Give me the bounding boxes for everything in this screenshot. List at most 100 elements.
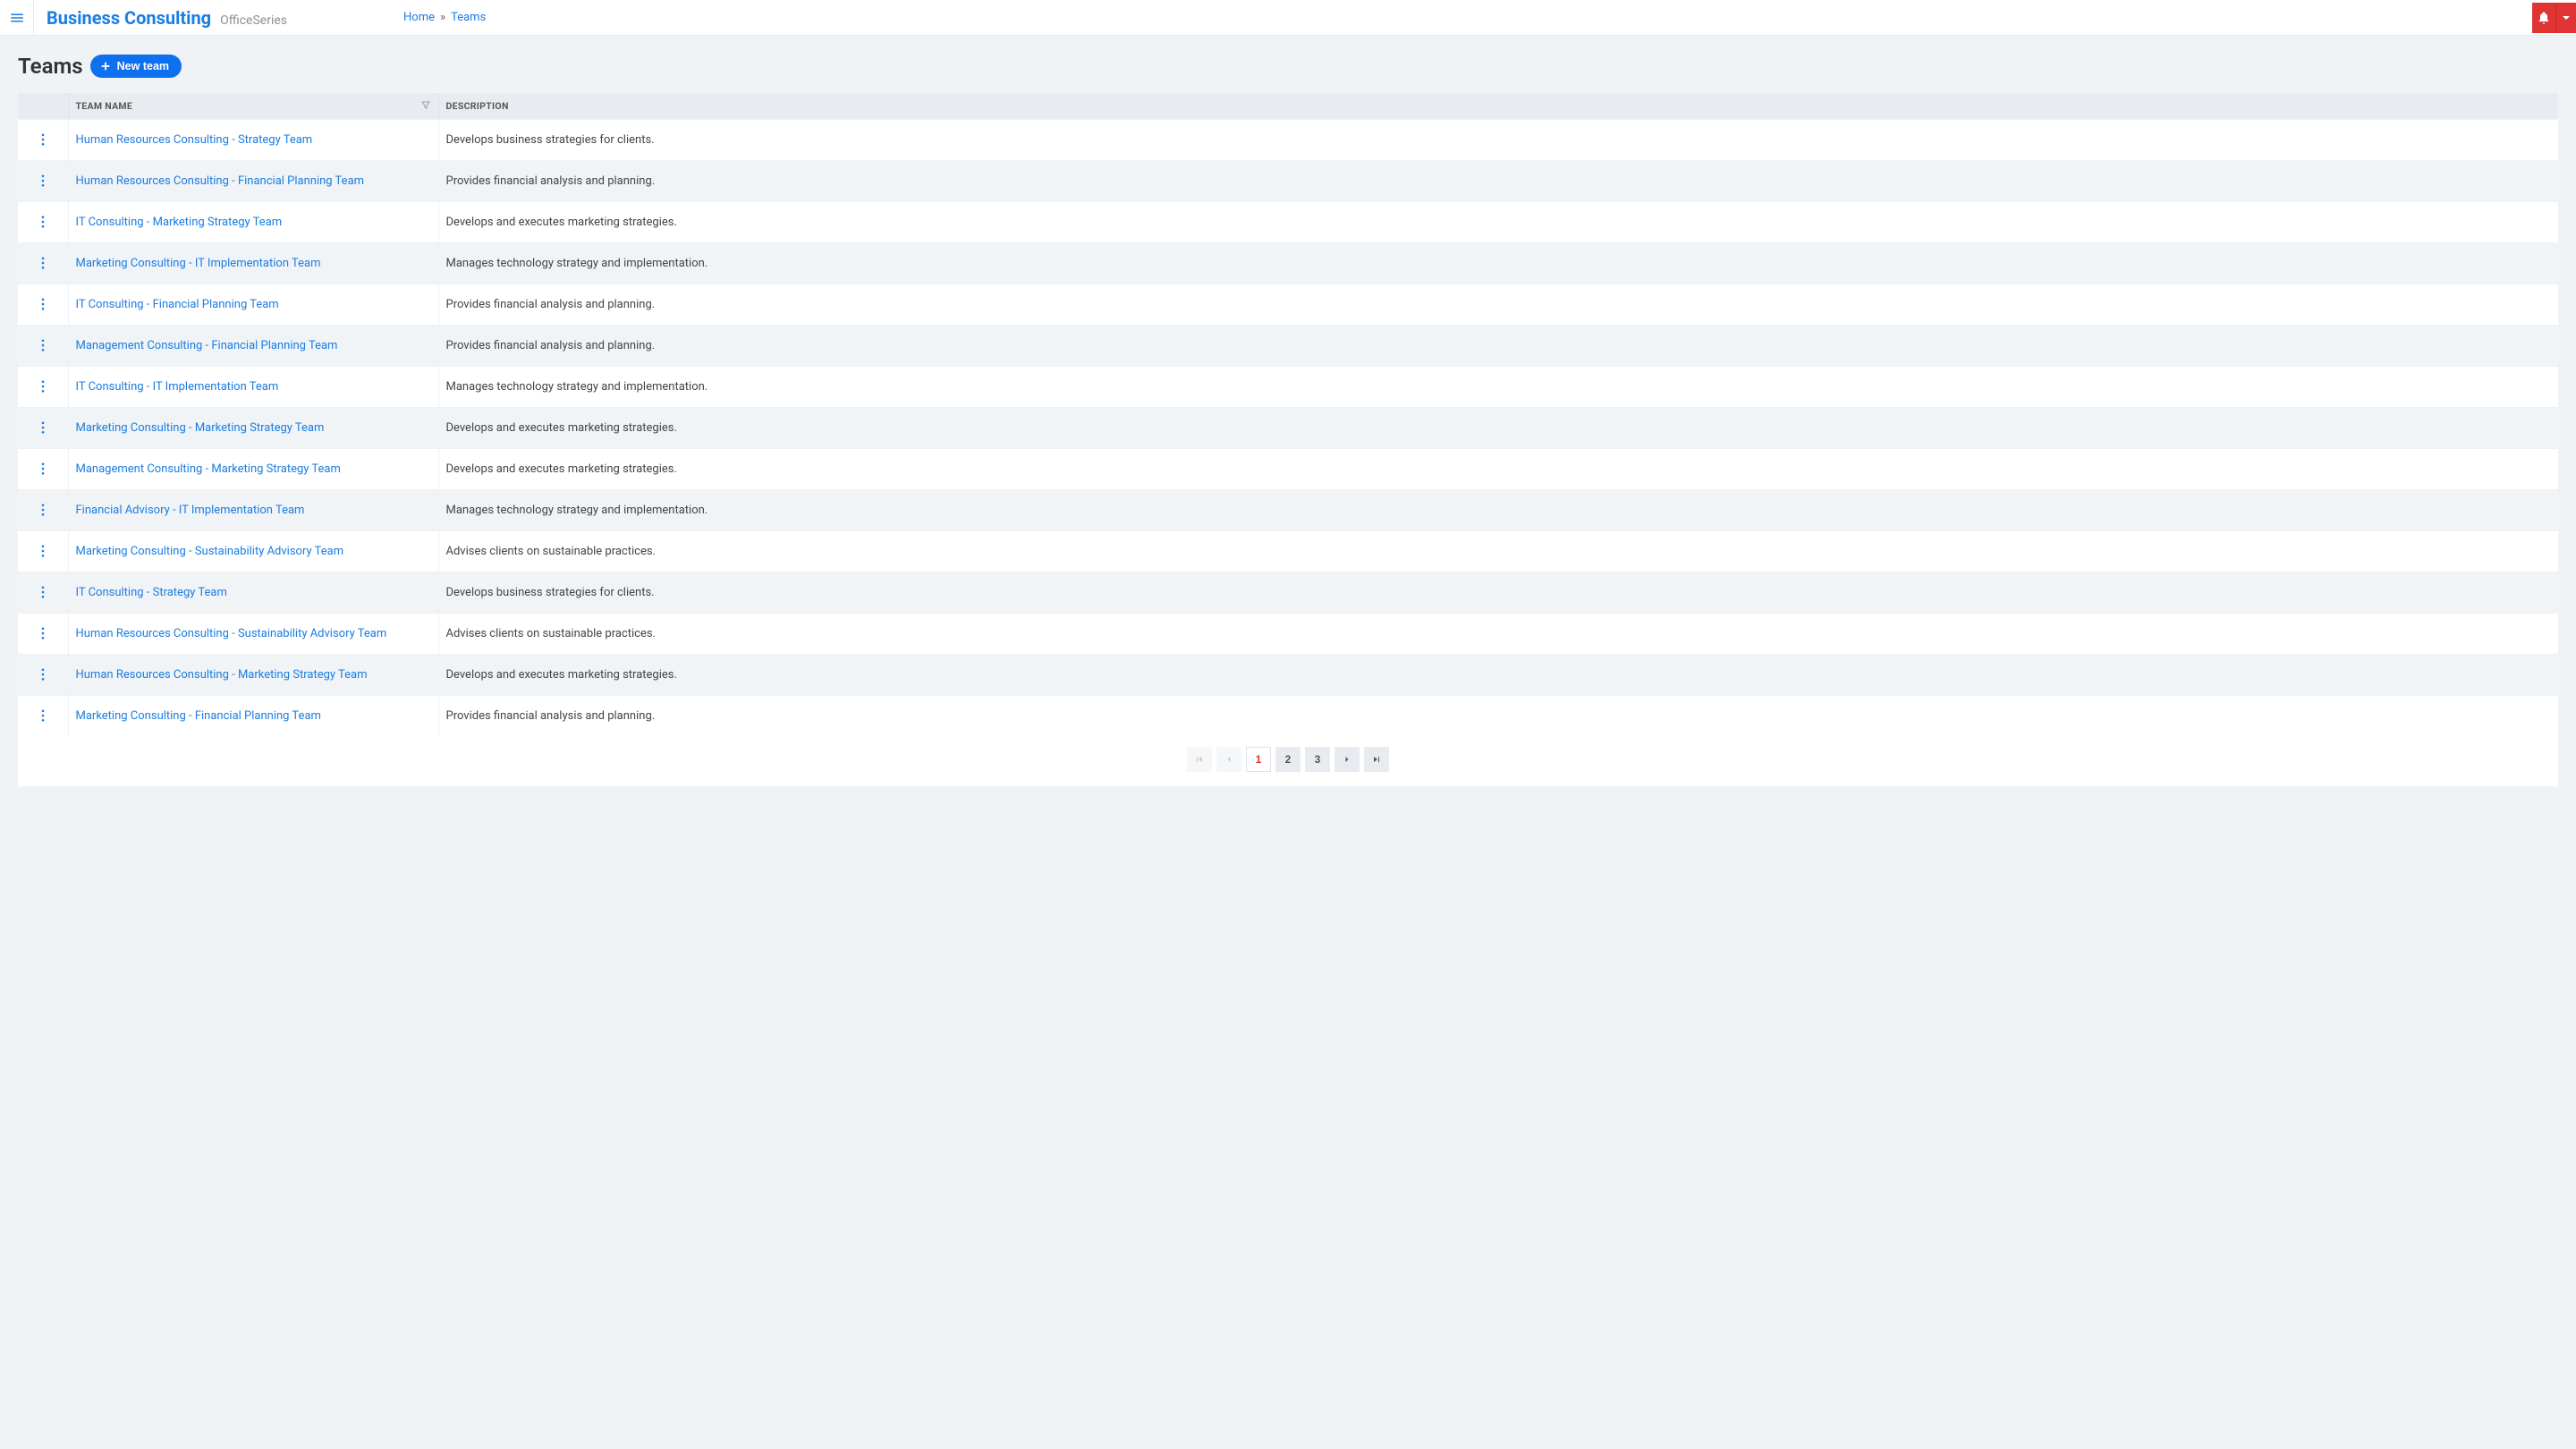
row-menu-button[interactable] xyxy=(34,624,52,642)
team-description-cell: Develops and executes marketing strategi… xyxy=(438,655,2558,696)
team-link[interactable]: Human Resources Consulting - Strategy Te… xyxy=(76,133,313,147)
row-menu-button[interactable] xyxy=(34,542,52,560)
filter-team-name[interactable] xyxy=(420,99,431,113)
team-description-cell: Manages technology strategy and implemen… xyxy=(438,243,2558,284)
row-actions-cell xyxy=(18,531,68,572)
notifications-button[interactable] xyxy=(2532,3,2556,33)
row-menu-button[interactable] xyxy=(34,254,52,272)
team-description-cell: Advises clients on sustainable practices… xyxy=(438,531,2558,572)
team-description-cell: Advises clients on sustainable practices… xyxy=(438,614,2558,655)
kebab-icon xyxy=(41,709,45,722)
row-menu-button[interactable] xyxy=(34,583,52,601)
row-menu-button[interactable] xyxy=(34,460,52,478)
team-link[interactable]: IT Consulting - IT Implementation Team xyxy=(76,380,279,394)
team-link[interactable]: Marketing Consulting - Financial Plannin… xyxy=(76,709,321,723)
team-description-cell: Develops business strategies for clients… xyxy=(438,120,2558,161)
table-row: Human Resources Consulting - Marketing S… xyxy=(18,655,2558,696)
team-description-cell: Manages technology strategy and implemen… xyxy=(438,367,2558,408)
kebab-icon xyxy=(41,380,45,393)
hamburger-icon xyxy=(9,10,25,26)
page-prev[interactable] xyxy=(1216,747,1241,772)
bell-icon xyxy=(2537,11,2551,25)
team-description-cell: Develops and executes marketing strategi… xyxy=(438,449,2558,490)
team-name-cell: IT Consulting - Marketing Strategy Team xyxy=(68,202,438,243)
page-number-1[interactable]: 1 xyxy=(1246,747,1271,772)
breadcrumb-current[interactable]: Teams xyxy=(451,11,486,24)
table-row: Marketing Consulting - IT Implementation… xyxy=(18,243,2558,284)
column-team-name[interactable]: Team Name xyxy=(68,93,438,120)
team-link[interactable]: Human Resources Consulting - Financial P… xyxy=(76,174,365,188)
team-description-cell: Provides financial analysis and planning… xyxy=(438,284,2558,326)
team-name-cell: IT Consulting - Strategy Team xyxy=(68,572,438,614)
team-link[interactable]: Marketing Consulting - IT Implementation… xyxy=(76,257,321,270)
row-actions-cell xyxy=(18,326,68,367)
team-link[interactable]: Management Consulting - Financial Planni… xyxy=(76,339,338,352)
team-link[interactable]: IT Consulting - Marketing Strategy Team xyxy=(76,216,283,229)
kebab-icon xyxy=(41,545,45,557)
row-menu-button[interactable] xyxy=(34,501,52,519)
team-description-cell: Provides financial analysis and planning… xyxy=(438,696,2558,737)
page-last[interactable] xyxy=(1364,747,1389,772)
team-name-cell: Marketing Consulting - Marketing Strateg… xyxy=(68,408,438,449)
team-name-cell: Financial Advisory - IT Implementation T… xyxy=(68,490,438,531)
row-actions-cell xyxy=(18,696,68,737)
header-actions xyxy=(2532,3,2576,33)
row-menu-button[interactable] xyxy=(34,419,52,436)
row-menu-button[interactable] xyxy=(34,665,52,683)
team-link[interactable]: Human Resources Consulting - Marketing S… xyxy=(76,668,368,682)
kebab-icon xyxy=(41,504,45,516)
team-link[interactable]: IT Consulting - Financial Planning Team xyxy=(76,298,279,311)
teams-table-wrap: Team Name Description Human Resources Co… xyxy=(18,93,2558,786)
team-name-cell: Human Resources Consulting - Sustainabil… xyxy=(68,614,438,655)
team-description-cell: Develops business strategies for clients… xyxy=(438,572,2558,614)
column-description[interactable]: Description xyxy=(438,93,2558,120)
team-link[interactable]: Management Consulting - Marketing Strate… xyxy=(76,462,341,476)
last-page-icon xyxy=(1371,754,1382,765)
row-menu-button[interactable] xyxy=(34,377,52,395)
team-link[interactable]: Human Resources Consulting - Sustainabil… xyxy=(76,627,387,640)
row-menu-button[interactable] xyxy=(34,172,52,190)
team-link[interactable]: Marketing Consulting - Marketing Strateg… xyxy=(76,421,325,435)
row-menu-button[interactable] xyxy=(34,336,52,354)
row-menu-button[interactable] xyxy=(34,295,52,313)
team-link[interactable]: IT Consulting - Strategy Team xyxy=(76,586,227,599)
row-menu-button[interactable] xyxy=(34,131,52,148)
row-menu-button[interactable] xyxy=(34,213,52,231)
first-page-icon xyxy=(1194,754,1205,765)
row-actions-cell xyxy=(18,655,68,696)
kebab-icon xyxy=(41,339,45,352)
new-team-label: New team xyxy=(117,60,169,72)
page-number-2[interactable]: 2 xyxy=(1275,747,1301,772)
menu-toggle[interactable] xyxy=(0,0,34,36)
column-description-label: Description xyxy=(446,100,509,112)
filter-icon xyxy=(420,99,431,110)
team-name-cell: Management Consulting - Marketing Strate… xyxy=(68,449,438,490)
team-name-cell: IT Consulting - IT Implementation Team xyxy=(68,367,438,408)
kebab-icon xyxy=(41,257,45,269)
row-menu-button[interactable] xyxy=(34,707,52,724)
row-actions-cell xyxy=(18,449,68,490)
team-link[interactable]: Financial Advisory - IT Implementation T… xyxy=(76,504,305,517)
row-actions-cell xyxy=(18,367,68,408)
team-name-cell: Marketing Consulting - Sustainability Ad… xyxy=(68,531,438,572)
user-menu-dropdown[interactable] xyxy=(2556,3,2576,33)
new-team-button[interactable]: New team xyxy=(90,55,182,78)
page-next[interactable] xyxy=(1335,747,1360,772)
team-link[interactable]: Marketing Consulting - Sustainability Ad… xyxy=(76,545,344,558)
kebab-icon xyxy=(41,627,45,640)
kebab-icon xyxy=(41,298,45,310)
table-row: Financial Advisory - IT Implementation T… xyxy=(18,490,2558,531)
chevron-right-icon xyxy=(1342,754,1352,765)
brand[interactable]: Business Consulting OfficeSeries xyxy=(34,7,287,29)
breadcrumb-separator: » xyxy=(440,11,445,24)
page-number-3[interactable]: 3 xyxy=(1305,747,1330,772)
caret-down-icon xyxy=(2562,13,2571,22)
table-row: IT Consulting - IT Implementation Team Ma… xyxy=(18,367,2558,408)
row-actions-cell xyxy=(18,202,68,243)
breadcrumb-home[interactable]: Home xyxy=(403,11,435,24)
page-first[interactable] xyxy=(1187,747,1212,772)
kebab-icon xyxy=(41,174,45,187)
kebab-icon xyxy=(41,133,45,146)
row-actions-cell xyxy=(18,284,68,326)
kebab-icon xyxy=(41,216,45,228)
